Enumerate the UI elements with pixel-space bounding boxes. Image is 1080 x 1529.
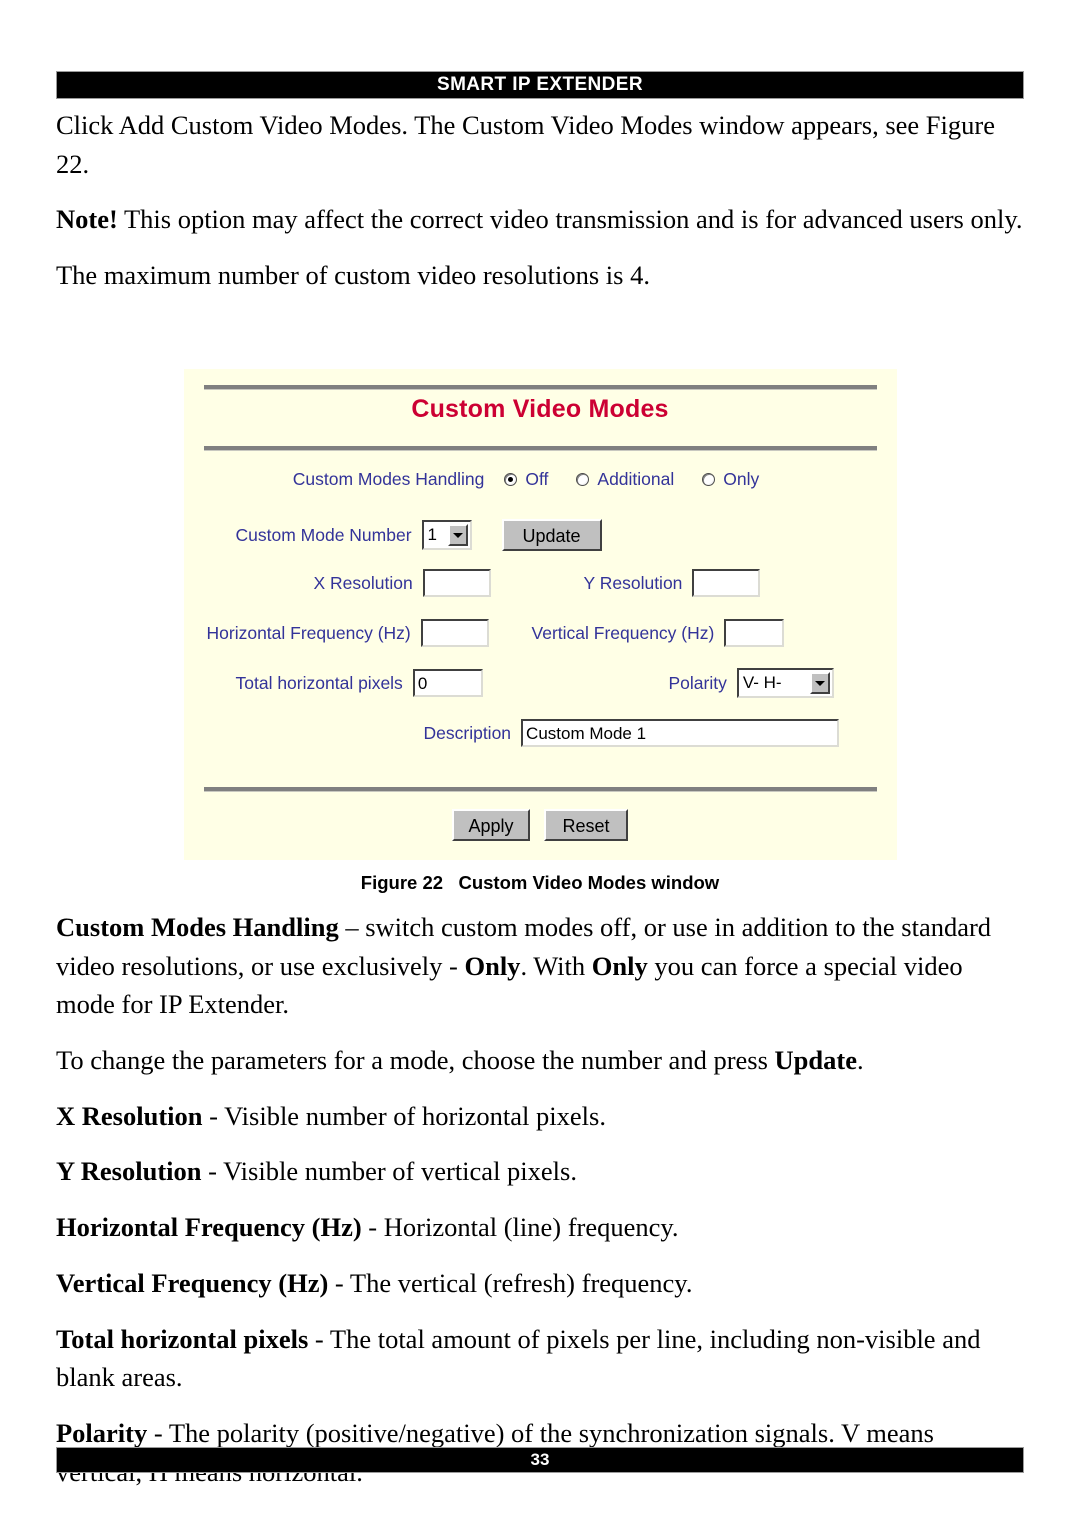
update-button[interactable]: Update (501, 519, 602, 551)
handling-only-1: Only (464, 950, 521, 981)
paragraph-change-parameters: To change the parameters for a mode, cho… (56, 1041, 1024, 1080)
total-horizontal-pixels-row: Total horizontal pixels 0 (236, 669, 483, 697)
change-params-text-a: To change the parameters for a mode, cho… (56, 1045, 775, 1076)
body-text-lower: Custom Modes Handling – switch custom mo… (56, 908, 1024, 1508)
x-resolution-description: - Visible number of horizontal pixels. (202, 1100, 606, 1131)
paragraph-total-horizontal-pixels: Total horizontal pixels - The total amou… (56, 1320, 1024, 1397)
figure-caption-label: Figure 22 (360, 872, 444, 893)
reset-button[interactable]: Reset (544, 809, 628, 841)
note-text: This option may affect the correct video… (117, 204, 1023, 235)
radio-option-only[interactable]: Only (702, 469, 759, 490)
divider-above-buttons (203, 787, 877, 792)
radio-icon-additional[interactable] (576, 473, 590, 486)
document-page: SMART IP EXTENDER Click Add Custom Video… (0, 0, 1080, 1529)
radio-label-additional: Additional (597, 469, 675, 489)
paragraph-note: Note! This option may affect the correct… (56, 200, 1024, 239)
custom-mode-number-value: 1 (427, 525, 438, 544)
paragraph-x-resolution: X Resolution - Visible number of horizon… (56, 1097, 1024, 1136)
page-number: 33 (530, 1450, 550, 1469)
y-resolution-input[interactable] (692, 569, 761, 597)
handling-text-b: . With (520, 950, 592, 981)
term-total-horizontal-pixels: Total horizontal pixels (56, 1323, 309, 1354)
custom-mode-number-row: Custom Mode Number 1 Update (236, 519, 602, 551)
term-polarity: Polarity (56, 1417, 148, 1448)
change-params-update: Update (774, 1045, 857, 1076)
description-row: Description Custom Mode 1 (424, 719, 840, 747)
vertical-frequency-row: Vertical Frequency (Hz) (532, 619, 785, 647)
total-horizontal-pixels-input[interactable]: 0 (412, 669, 483, 697)
apply-button[interactable]: Apply (452, 809, 530, 841)
description-label: Description (423, 722, 512, 743)
figure-caption: Figure 22 Custom Video Modes window (184, 872, 897, 894)
change-params-text-b: . (856, 1045, 864, 1076)
description-input[interactable]: Custom Mode 1 (521, 719, 840, 747)
divider-top (203, 385, 877, 390)
paragraph-y-resolution: Y Resolution - Visible number of vertica… (56, 1152, 1024, 1191)
total-horizontal-pixels-label: Total horizontal pixels (235, 672, 403, 693)
term-vertical-frequency: Vertical Frequency (Hz) (56, 1267, 329, 1298)
horizontal-frequency-row: Horizontal Frequency (Hz) (207, 619, 489, 647)
polarity-row: Polarity V- H- (669, 668, 834, 698)
vertical-frequency-label: Vertical Frequency (Hz) (531, 622, 715, 643)
term-horizontal-frequency: Horizontal Frequency (Hz) (56, 1212, 362, 1243)
custom-mode-number-label: Custom Mode Number (235, 524, 412, 545)
window-action-buttons: Apply Reset (184, 809, 897, 841)
running-header: SMART IP EXTENDER (56, 71, 1024, 99)
paragraph-intro-text: Click Add Custom Video Modes. The Custom… (56, 110, 995, 179)
radio-option-off[interactable]: Off (504, 469, 548, 490)
figure-22: Custom Video Modes Custom Modes Handling… (0, 369, 1080, 894)
custom-modes-handling-radio-group: Off Additional Only (504, 469, 787, 490)
term-x-resolution: X Resolution (56, 1100, 203, 1131)
x-resolution-input[interactable] (422, 569, 491, 597)
horizontal-frequency-description: - Horizontal (line) frequency. (361, 1212, 679, 1243)
window-title: Custom Video Modes (411, 395, 669, 423)
y-resolution-description: - Visible number of vertical pixels. (201, 1156, 577, 1187)
polarity-label: Polarity (668, 672, 727, 693)
handling-only-2: Only (591, 950, 648, 981)
radio-icon-off[interactable] (504, 473, 518, 486)
running-header-title: SMART IP EXTENDER (437, 74, 643, 95)
vertical-frequency-input[interactable] (724, 619, 785, 647)
paragraph-vertical-frequency: Vertical Frequency (Hz) - The vertical (… (56, 1264, 1024, 1303)
horizontal-frequency-label: Horizontal Frequency (Hz) (206, 622, 411, 643)
custom-mode-number-select[interactable]: 1 (421, 520, 472, 550)
term-custom-modes-handling: Custom Modes Handling (56, 912, 339, 942)
radio-option-additional[interactable]: Additional (576, 469, 674, 490)
y-resolution-row: Y Resolution (584, 569, 761, 597)
vertical-frequency-description: - The vertical (refresh) frequency. (328, 1267, 693, 1298)
figure-caption-text: Custom Video Modes window (458, 872, 720, 893)
paragraph-horizontal-frequency: Horizontal Frequency (Hz) - Horizontal (… (56, 1208, 1024, 1247)
polarity-select[interactable]: V- H- (736, 668, 834, 698)
radio-icon-only[interactable] (702, 473, 716, 486)
radio-label-only: Only (723, 469, 760, 489)
custom-video-modes-window: Custom Video Modes Custom Modes Handling… (183, 369, 897, 860)
horizontal-frequency-input[interactable] (420, 619, 489, 647)
custom-modes-handling-row: Custom Modes Handling Off Additional Onl… (184, 469, 897, 490)
polarity-value: V- H- (742, 673, 782, 692)
body-text-upper: Click Add Custom Video Modes. The Custom… (56, 106, 1024, 312)
chevron-down-icon[interactable] (447, 524, 468, 546)
y-resolution-label: Y Resolution (583, 572, 683, 593)
running-footer: 33 (56, 1447, 1024, 1473)
paragraph-max-resolutions: The maximum number of custom video resol… (56, 256, 1024, 295)
chevron-down-icon[interactable] (809, 672, 830, 694)
radio-label-off: Off (525, 469, 549, 489)
term-y-resolution: Y Resolution (56, 1156, 202, 1187)
paragraph-intro: Click Add Custom Video Modes. The Custom… (56, 106, 1024, 183)
paragraph-max-resolutions-text: The maximum number of custom video resol… (56, 260, 650, 291)
x-resolution-label: X Resolution (313, 572, 413, 593)
x-resolution-row: X Resolution (314, 569, 491, 597)
custom-modes-handling-label: Custom Modes Handling (292, 469, 485, 489)
divider-under-title (203, 446, 877, 451)
paragraph-custom-modes-handling: Custom Modes Handling – switch custom mo… (56, 908, 1024, 1024)
note-label: Note! (56, 204, 118, 235)
